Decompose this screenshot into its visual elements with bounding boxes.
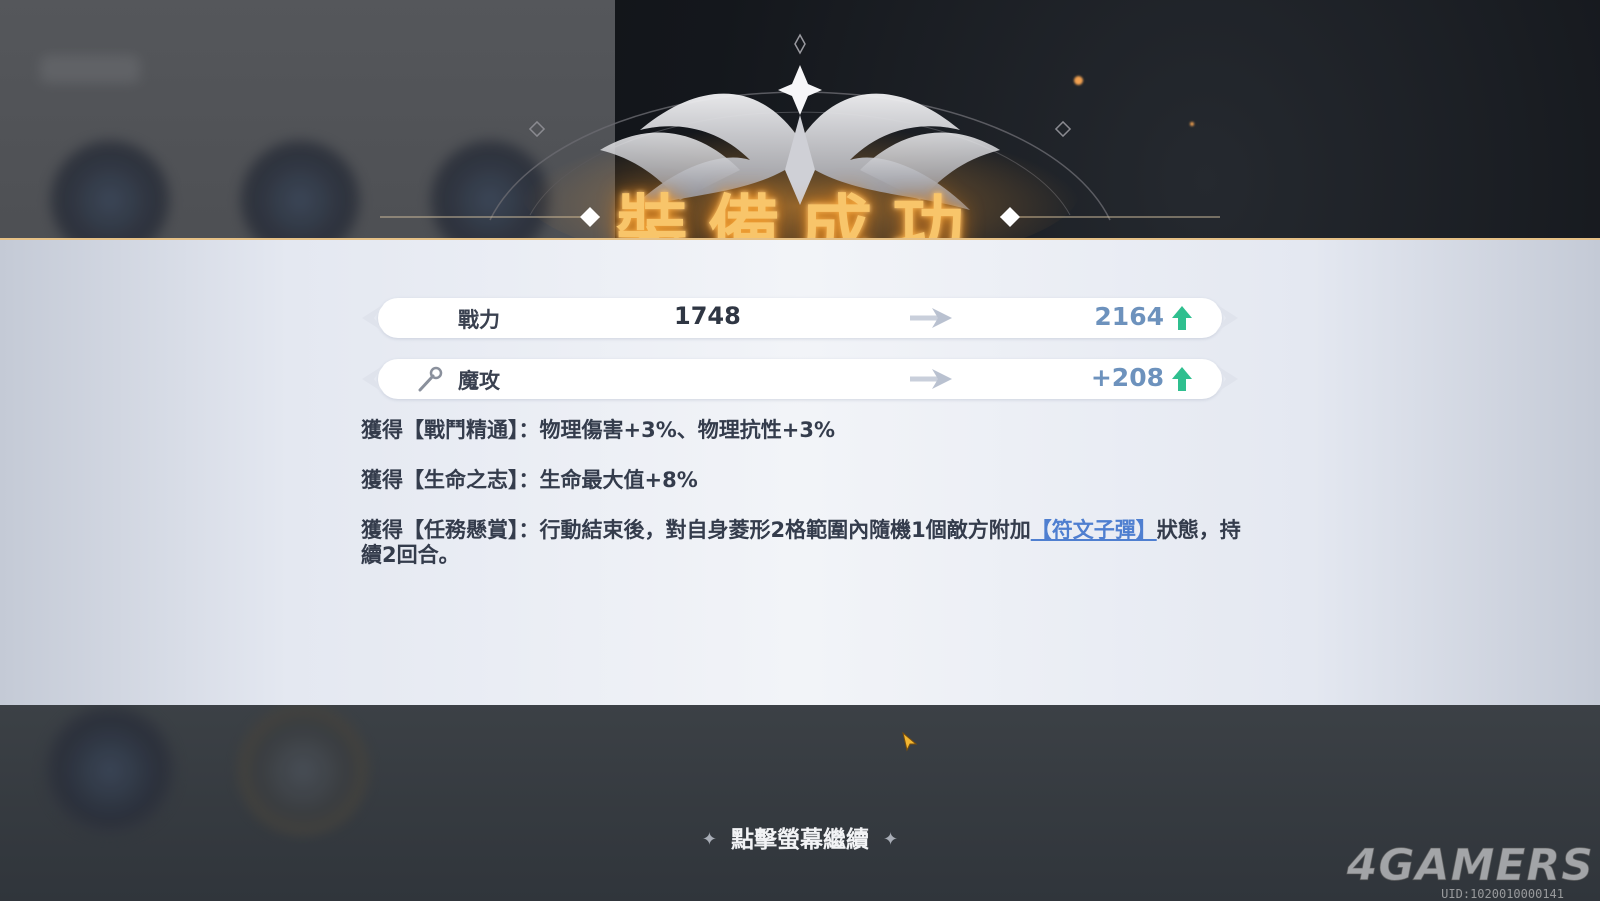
- stat-new-value: +208: [1090, 363, 1164, 392]
- blurred-slot-5: [238, 705, 368, 835]
- effect-text: 獲得【生命之志】：生命最大值+8%: [361, 468, 698, 492]
- effect-line-life-will: 獲得【生命之志】：生命最大值+8%: [361, 468, 1241, 493]
- rune-bullet-link[interactable]: 【符文子彈】: [1031, 518, 1157, 542]
- wing-right-icon: [1216, 304, 1238, 332]
- stat-row-power: 戰力 1748 2164: [362, 298, 1238, 338]
- stat-row-magic-attack: 魔攻 +208: [362, 359, 1238, 399]
- effect-line-battle-mastery: 獲得【戰鬥精通】：物理傷害+3%、物理抗性+3%: [361, 418, 1241, 443]
- sparkle-icon: ✦: [883, 829, 899, 850]
- player-uid: UID:1020010000141: [1441, 887, 1564, 901]
- stat-label: 魔攻: [458, 369, 500, 393]
- effect-text: 獲得【戰鬥精通】：物理傷害+3%、物理抗性+3%: [361, 418, 835, 442]
- wand-icon: [418, 366, 443, 392]
- cursor-icon: [902, 732, 918, 752]
- blurred-slot-4: [45, 705, 175, 835]
- up-arrow-icon: [1172, 306, 1192, 330]
- watermark-logo: 4GAMERS: [1346, 840, 1594, 892]
- wing-left-icon: [362, 304, 384, 332]
- blurred-label: [40, 55, 140, 83]
- stat-new-value: 2164: [1094, 302, 1164, 331]
- continue-label: 點擊螢幕繼續: [731, 827, 869, 853]
- up-arrow-icon: [1172, 367, 1192, 391]
- effect-line-mission-bounty: 獲得【任務懸賞】：行動結束後，對自身菱形2格範圍內隨機1個敵方附加【符文子彈】狀…: [361, 518, 1241, 568]
- stat-label: 戰力: [458, 308, 500, 332]
- arrow-right-icon: [910, 369, 952, 389]
- effect-text: 獲得【任務懸賞】：行動結束後，對自身菱形2格範圍內隨機1個敵方附加: [361, 518, 1031, 542]
- sparkle-icon: ✦: [701, 829, 717, 850]
- stat-old-value: 1748: [674, 302, 741, 330]
- arrow-right-icon: [910, 308, 952, 328]
- wing-left-icon: [362, 365, 384, 393]
- result-panel: 戰力 1748 2164 魔攻 +208 獲得【戰鬥精通】：物理傷害+3%、物理: [0, 238, 1600, 705]
- wing-right-icon: [1216, 365, 1238, 393]
- title-emblem: 裝備成功: [340, 20, 1260, 271]
